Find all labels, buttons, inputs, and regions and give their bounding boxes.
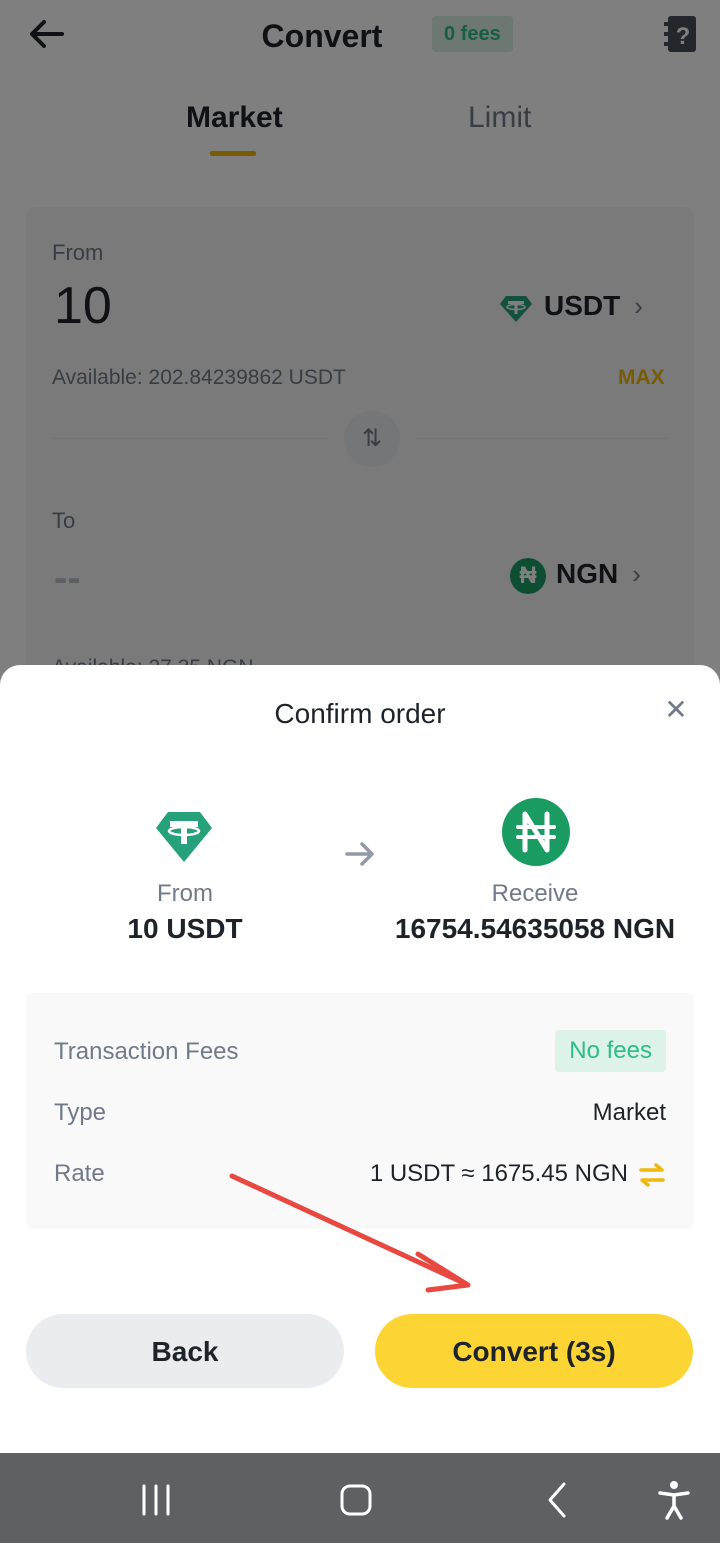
- accessibility-icon[interactable]: [652, 1478, 696, 1522]
- tether-icon: [156, 812, 212, 862]
- swap-horizontal-icon[interactable]: [638, 1162, 666, 1188]
- arrow-right-icon: [345, 842, 374, 866]
- receive-value: 16754.54635058 NGN: [394, 913, 676, 944]
- type-value: Market: [592, 1099, 666, 1126]
- recent-apps-icon[interactable]: [134, 1478, 178, 1522]
- home-icon[interactable]: [334, 1478, 378, 1522]
- rate-value: 1 USDT ≈ 1675.45 NGN: [369, 1160, 628, 1187]
- type-label: Type: [54, 1099, 107, 1126]
- convert-button[interactable]: Convert (3s): [375, 1314, 693, 1388]
- from-value: 10 USDT: [127, 913, 243, 944]
- close-icon[interactable]: ✕: [660, 694, 692, 726]
- sheet-title: Confirm order: [274, 698, 446, 729]
- from-label: From: [157, 880, 213, 907]
- transaction-fees-label: Transaction Fees: [54, 1038, 239, 1065]
- receive-label: Receive: [491, 880, 579, 907]
- back-button[interactable]: Back: [26, 1314, 344, 1388]
- back-nav-icon[interactable]: [536, 1478, 580, 1522]
- rate-label: Rate: [54, 1160, 105, 1187]
- naira-icon: [502, 798, 570, 866]
- no-fees-badge: No fees: [555, 1030, 666, 1072]
